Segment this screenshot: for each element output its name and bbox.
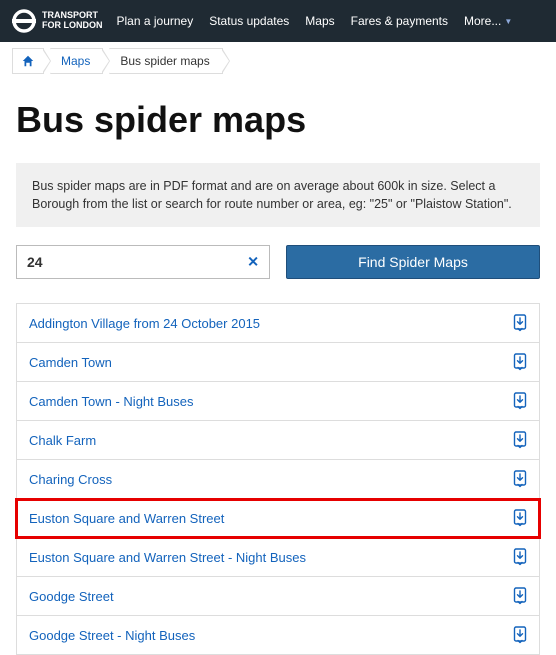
result-item[interactable]: Camden Town bbox=[16, 343, 540, 382]
nav-status-updates[interactable]: Status updates bbox=[209, 14, 289, 28]
roundel-icon bbox=[12, 9, 36, 33]
result-label: Addington Village from 24 October 2015 bbox=[29, 316, 260, 331]
result-item[interactable]: Goodge Street bbox=[16, 577, 540, 616]
nav-more[interactable]: More...▼ bbox=[464, 14, 512, 28]
breadcrumb-home[interactable] bbox=[12, 48, 44, 74]
home-icon bbox=[21, 54, 35, 68]
download-icon bbox=[513, 392, 527, 410]
search-box: ✕ bbox=[16, 245, 270, 279]
result-label: Chalk Farm bbox=[29, 433, 96, 448]
result-item[interactable]: Camden Town - Night Buses bbox=[16, 382, 540, 421]
chevron-down-icon: ▼ bbox=[504, 17, 512, 26]
download-icon bbox=[513, 314, 527, 332]
breadcrumb-current: Bus spider maps bbox=[109, 48, 222, 74]
download-icon bbox=[513, 509, 527, 527]
download-icon bbox=[513, 470, 527, 488]
clear-icon[interactable]: ✕ bbox=[247, 254, 259, 271]
breadcrumb-maps[interactable]: Maps bbox=[50, 48, 103, 74]
result-label: Charing Cross bbox=[29, 472, 112, 487]
result-label: Camden Town bbox=[29, 355, 112, 370]
download-icon bbox=[513, 626, 527, 644]
download-icon bbox=[513, 548, 527, 566]
main-nav: Plan a journey Status updates Maps Fares & … bbox=[117, 14, 513, 28]
more-label: More... bbox=[464, 14, 501, 28]
logo-text: TRANSPORTFOR LONDON bbox=[42, 11, 103, 31]
result-item[interactable]: Chalk Farm bbox=[16, 421, 540, 460]
nav-maps[interactable]: Maps bbox=[305, 14, 334, 28]
download-icon bbox=[513, 587, 527, 605]
nav-plan-a-journey[interactable]: Plan a journey bbox=[117, 14, 194, 28]
intro-text: Bus spider maps are in PDF format and ar… bbox=[16, 163, 540, 227]
download-icon bbox=[513, 353, 527, 371]
result-label: Euston Square and Warren Street bbox=[29, 511, 224, 526]
search-input[interactable] bbox=[17, 246, 269, 278]
result-item[interactable]: Goodge Street - Night Buses bbox=[16, 616, 540, 655]
result-label: Camden Town - Night Buses bbox=[29, 394, 194, 409]
result-label: Goodge Street - Night Buses bbox=[29, 628, 195, 643]
result-label: Goodge Street bbox=[29, 589, 114, 604]
tfl-logo[interactable]: TRANSPORTFOR LONDON bbox=[12, 9, 103, 33]
search-row: ✕ Find Spider Maps bbox=[16, 245, 540, 279]
result-item[interactable]: Euston Square and Warren Street bbox=[16, 499, 540, 538]
top-nav: TRANSPORTFOR LONDON Plan a journey Status… bbox=[0, 0, 556, 42]
result-item[interactable]: Charing Cross bbox=[16, 460, 540, 499]
result-item[interactable]: Addington Village from 24 October 2015 bbox=[16, 304, 540, 343]
result-label: Euston Square and Warren Street - Night … bbox=[29, 550, 306, 565]
download-icon bbox=[513, 431, 527, 449]
page-title: Bus spider maps bbox=[16, 99, 540, 141]
results-list: Addington Village from 24 October 2015 Ca… bbox=[16, 303, 540, 655]
find-button[interactable]: Find Spider Maps bbox=[286, 245, 540, 279]
nav-fares-payments[interactable]: Fares & payments bbox=[351, 14, 448, 28]
result-item[interactable]: Euston Square and Warren Street - Night … bbox=[16, 538, 540, 577]
breadcrumb: Maps Bus spider maps bbox=[0, 42, 556, 81]
